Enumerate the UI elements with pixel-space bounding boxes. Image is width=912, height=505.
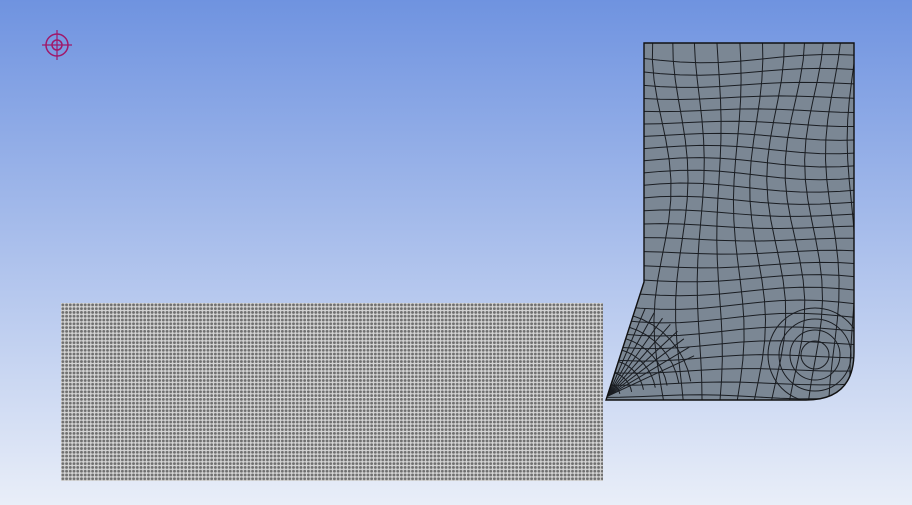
graphics-viewport[interactable] <box>0 0 912 505</box>
workpiece-particle-block[interactable] <box>61 303 603 481</box>
workpiece-particles[interactable] <box>61 303 603 481</box>
model-scene[interactable] <box>0 0 912 505</box>
crosshair-target-icon[interactable] <box>41 29 73 61</box>
